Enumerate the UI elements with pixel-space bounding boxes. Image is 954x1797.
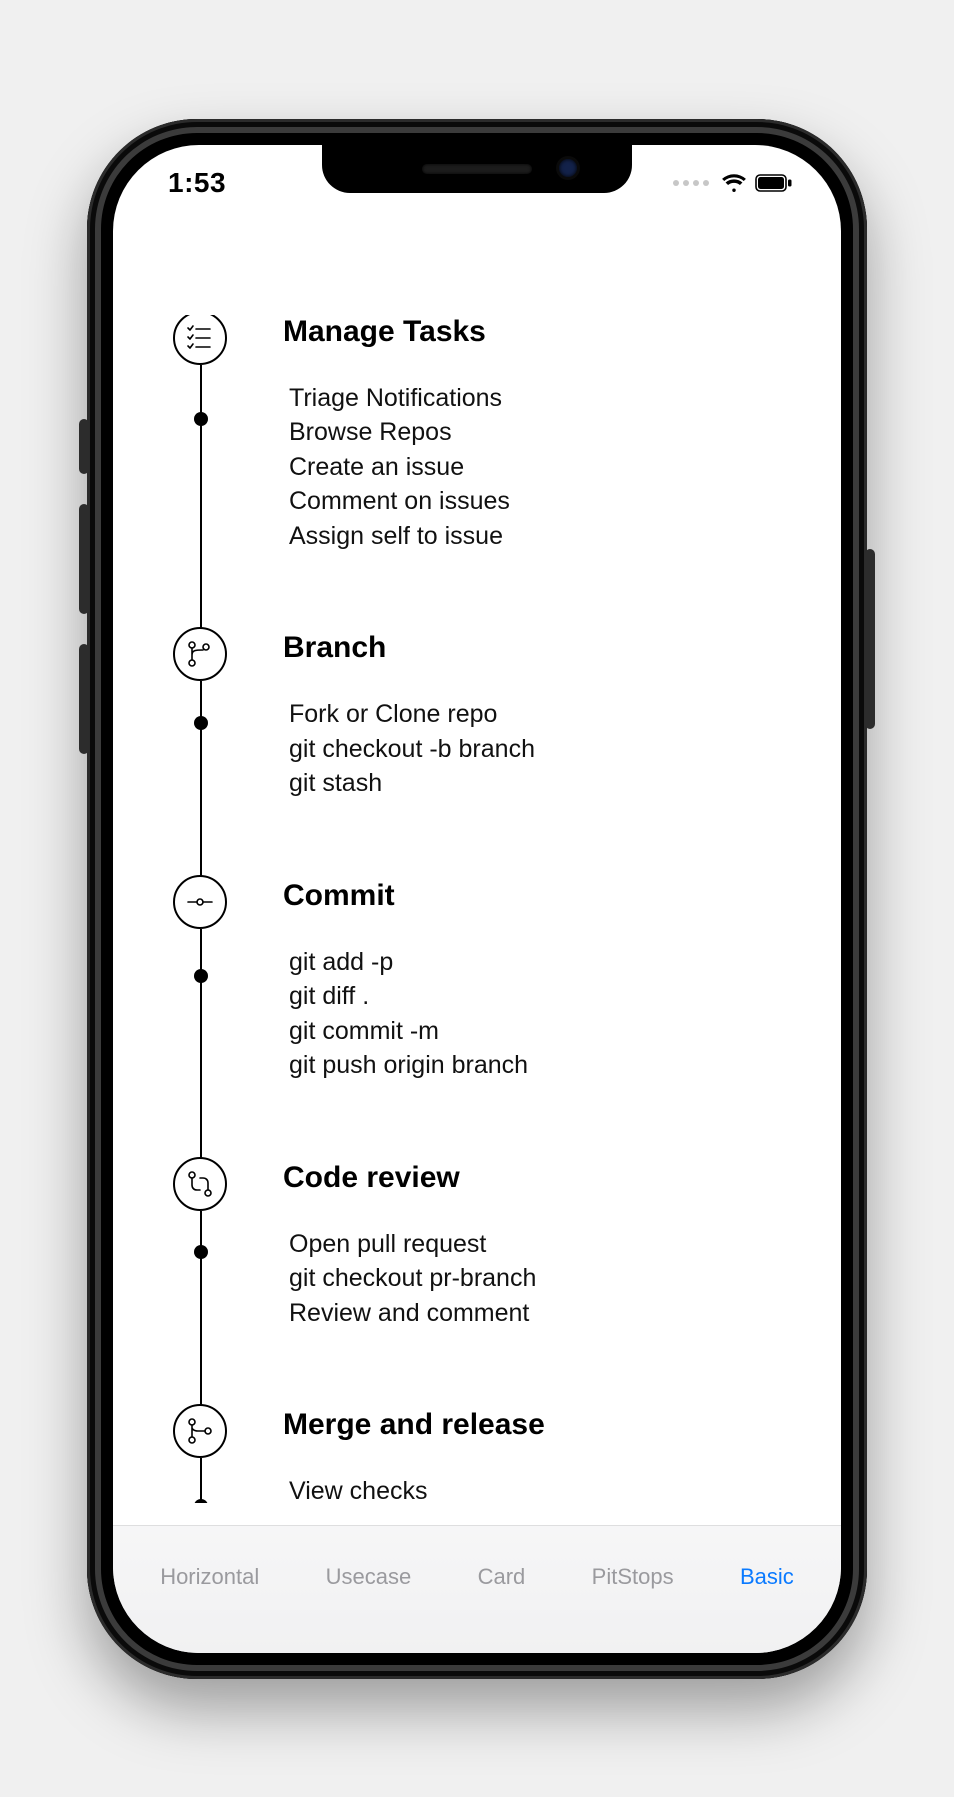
- front-camera: [559, 159, 577, 177]
- checklist-icon: [173, 315, 227, 365]
- cellular-dots-icon: [673, 180, 709, 186]
- tab-card[interactable]: Card: [478, 1564, 526, 1590]
- step-item: git push origin branch: [289, 1048, 801, 1083]
- battery-icon: [755, 174, 793, 192]
- step-item: Assign self to issue: [289, 519, 801, 554]
- step-items: Triage NotificationsBrowse ReposCreate a…: [283, 381, 801, 554]
- timeline-step: Manage Tasks Triage NotificationsBrowse R…: [173, 315, 801, 554]
- merge-icon: [173, 1404, 227, 1458]
- commit-icon: [173, 875, 227, 929]
- timeline-step: Branch Fork or Clone repogit checkout -b …: [173, 631, 801, 801]
- timeline-scroll[interactable]: Manage Tasks Triage NotificationsBrowse R…: [173, 315, 801, 1503]
- step-item: Fork or Clone repo: [289, 697, 801, 732]
- phone-notch: [322, 145, 632, 193]
- branch-icon: [173, 627, 227, 681]
- tab-usecase[interactable]: Usecase: [326, 1564, 412, 1590]
- step-title: Commit: [283, 879, 801, 913]
- timeline-dot: [194, 1499, 208, 1503]
- status-right: [673, 173, 801, 193]
- wifi-icon: [721, 173, 747, 193]
- speaker-grill: [422, 164, 532, 174]
- step-item: git checkout pr-branch: [289, 1261, 801, 1296]
- tab-pitstops[interactable]: PitStops: [592, 1564, 674, 1590]
- step-title: Branch: [283, 631, 801, 665]
- step-item: git checkout -b branch: [289, 732, 801, 767]
- tab-basic[interactable]: Basic: [740, 1564, 794, 1590]
- step-item: Browse Repos: [289, 415, 801, 450]
- phone-frame: 1:53: [87, 119, 867, 1679]
- timeline-connector: [200, 1458, 202, 1503]
- phone-side-buttons: [79, 419, 89, 784]
- step-item: git diff .: [289, 979, 801, 1014]
- step-items: View checksgit rebasegit mergegit tag: [283, 1474, 801, 1503]
- tab-bar: Horizontal Usecase Card PitStops Basic: [113, 1525, 841, 1653]
- step-items: Open pull requestgit checkout pr-branchR…: [283, 1227, 801, 1331]
- step-item: git stash: [289, 766, 801, 801]
- step-item: Triage Notifications: [289, 381, 801, 416]
- step-item: git commit -m: [289, 1014, 801, 1049]
- step-item: Review and comment: [289, 1296, 801, 1331]
- phone-screen: 1:53: [113, 145, 841, 1653]
- timeline-dot: [194, 1245, 208, 1259]
- step-item: View checks: [289, 1474, 801, 1503]
- code-review-icon: [173, 1157, 227, 1211]
- timeline-dot: [194, 716, 208, 730]
- timeline-step: Code review Open pull requestgit checkout…: [173, 1161, 801, 1331]
- timeline-connector: [200, 365, 202, 636]
- step-title: Merge and release: [283, 1408, 801, 1442]
- timeline-connector: [200, 681, 202, 883]
- step-title: Manage Tasks: [283, 315, 801, 349]
- step-items: git add -pgit diff .git commit -mgit pus…: [283, 945, 801, 1083]
- timeline-dot: [194, 969, 208, 983]
- step-item: Open pull request: [289, 1227, 801, 1262]
- timeline-connector: [200, 1211, 202, 1413]
- timeline-step: Commit git add -pgit diff .git commit -mg…: [173, 879, 801, 1083]
- step-item: git add -p: [289, 945, 801, 980]
- tab-horizontal[interactable]: Horizontal: [160, 1564, 259, 1590]
- timeline-step: Merge and release View checksgit rebasegi…: [173, 1408, 801, 1503]
- step-title: Code review: [283, 1161, 801, 1195]
- timeline-dot: [194, 412, 208, 426]
- status-time: 1:53: [153, 167, 226, 199]
- timeline-connector: [200, 929, 202, 1165]
- step-items: Fork or Clone repogit checkout -b branch…: [283, 697, 801, 801]
- step-item: Comment on issues: [289, 484, 801, 519]
- step-item: Create an issue: [289, 450, 801, 485]
